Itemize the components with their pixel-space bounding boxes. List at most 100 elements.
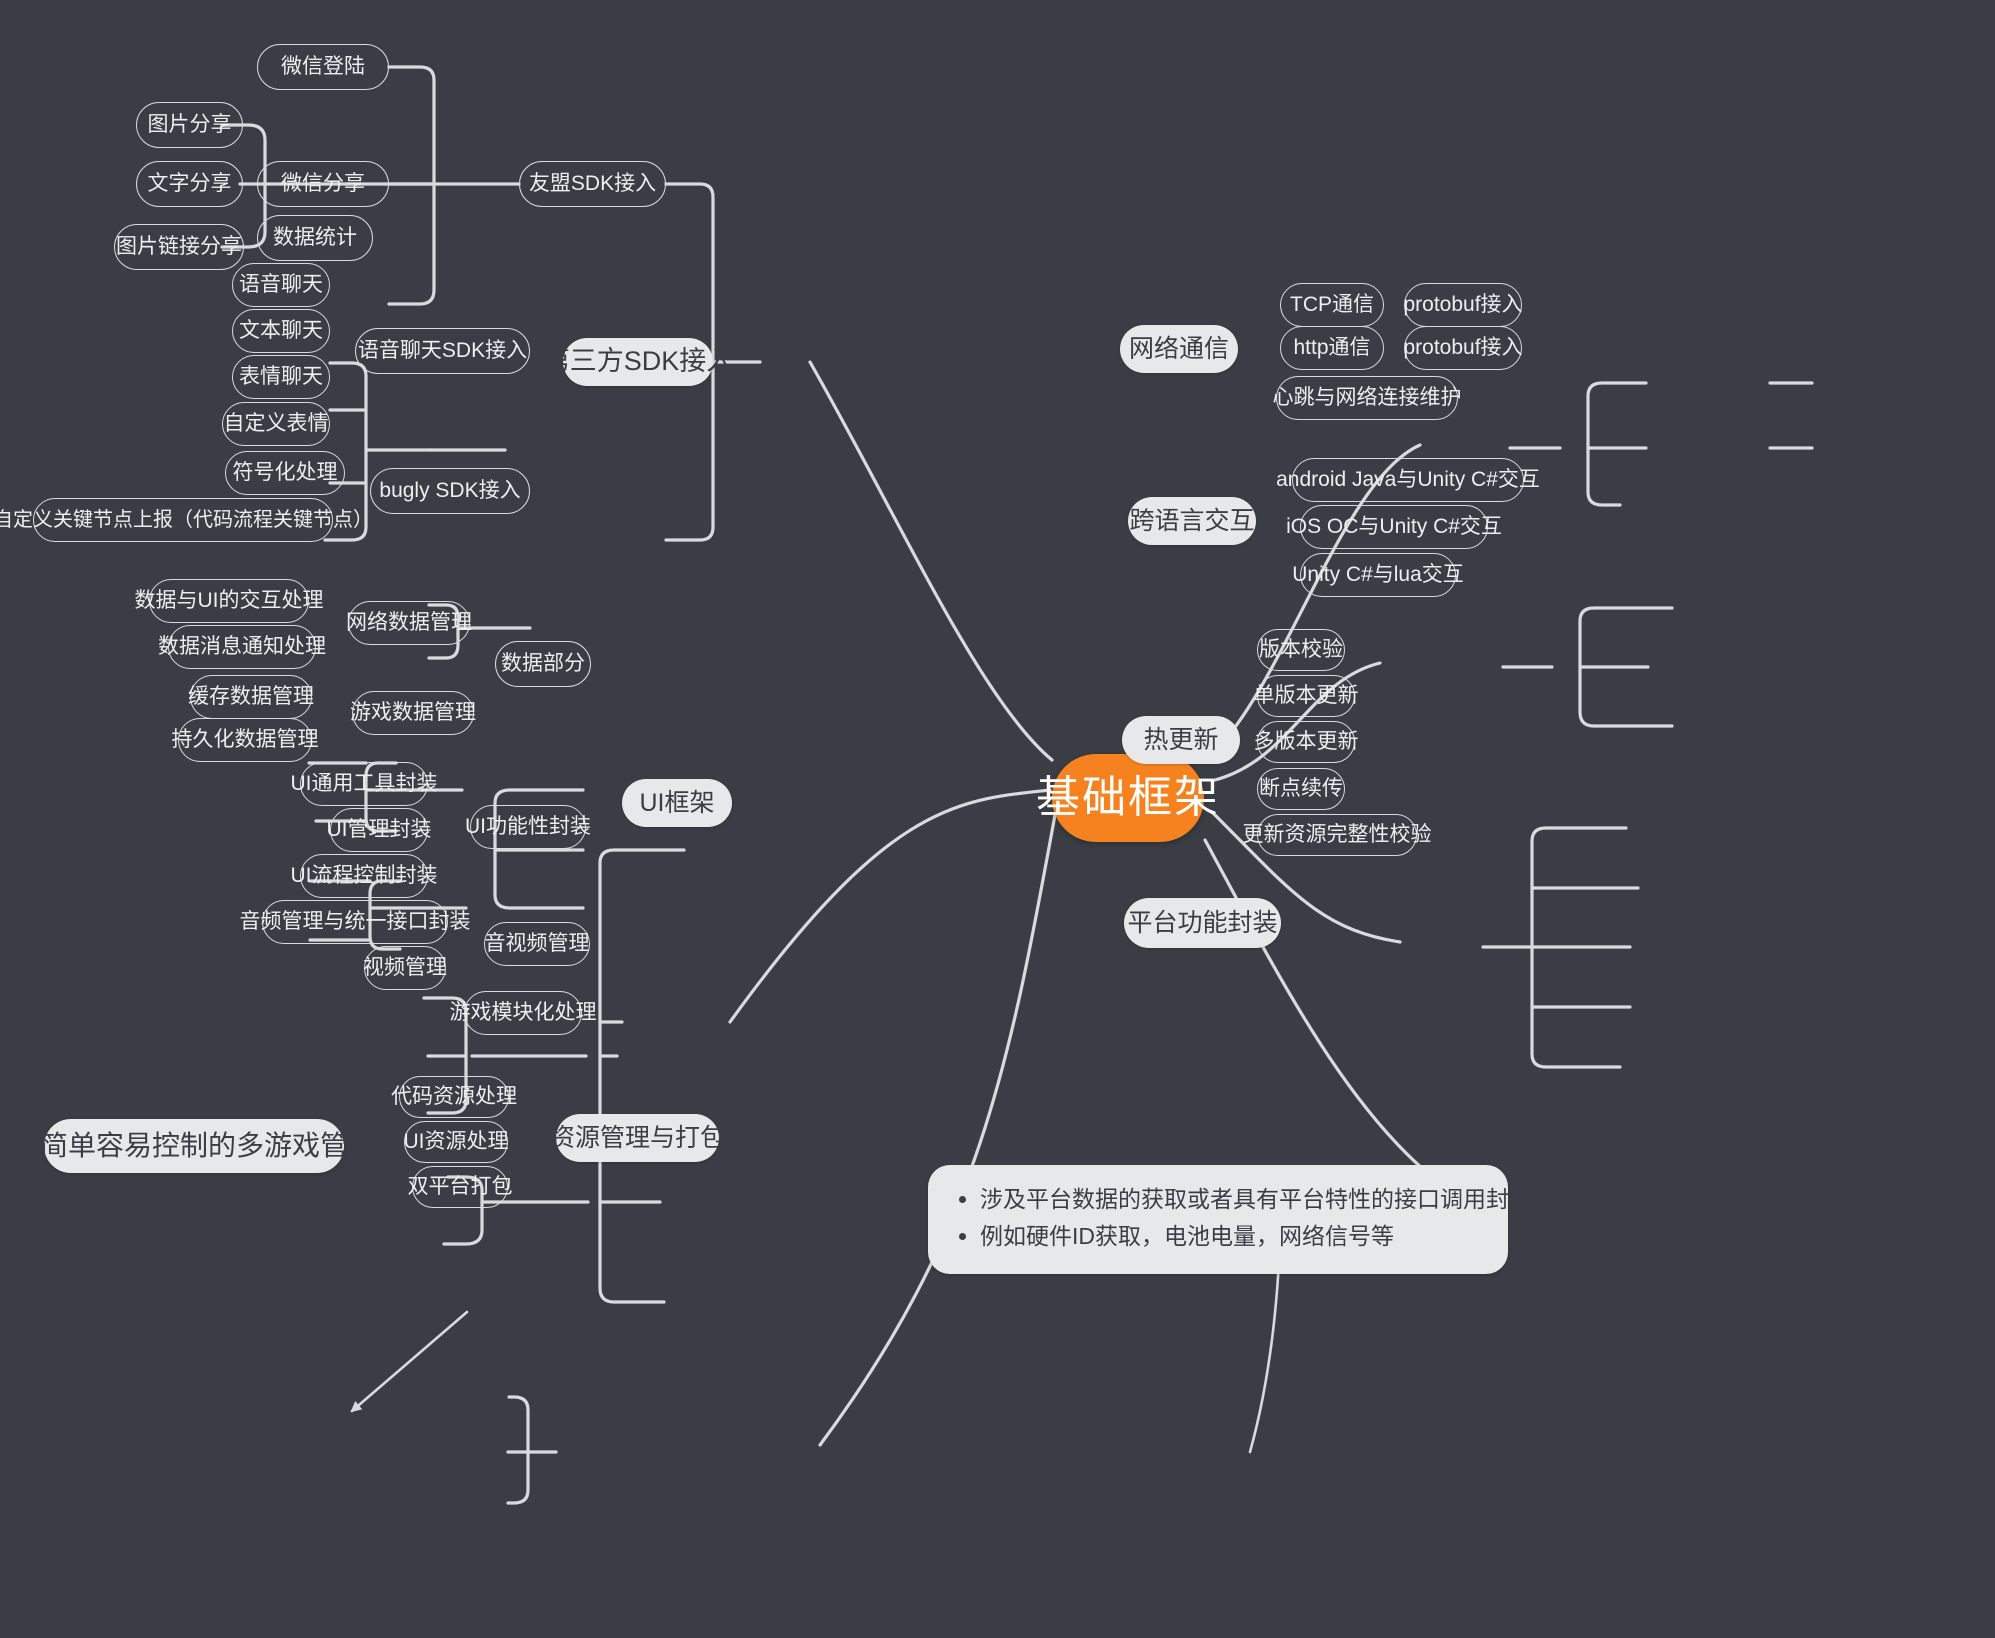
node-heartbeat[interactable]: 心跳与网络连接维护 (1273, 376, 1462, 420)
node-text-share-label: 文字分享 (147, 171, 232, 195)
node-image-link-share[interactable]: 图片链接分享 (114, 224, 244, 270)
node-multi-version-update-label: 多版本更新 (1253, 729, 1359, 753)
platform-note-item: 涉及平台数据的获取或者具有平台特性的接口调用封装平台 (980, 1181, 1578, 1218)
node-wechat-login[interactable]: 微信登陆 (257, 44, 389, 90)
node-cache-data-mgmt[interactable]: 缓存数据管理 (188, 675, 314, 719)
node-emoji-chat-label: 表情聊天 (239, 364, 323, 388)
node-ui-common-tools[interactable]: UI通用工具封装 (291, 762, 438, 806)
platform-note-item: 例如硬件ID获取，电池电量，网络信号等 (980, 1218, 1482, 1255)
node-code-resource[interactable]: 代码资源处理 (391, 1076, 517, 1118)
node-game-data-mgmt-label: 游戏数据管理 (350, 700, 476, 724)
branch-platform-features[interactable]: 平台功能封装 (1124, 898, 1281, 948)
branch-network-label: 网络通信 (1129, 334, 1230, 363)
node-voice-chat-label: 语音聊天 (239, 272, 323, 296)
node-android-java-unity[interactable]: android Java与Unity C#交互 (1276, 458, 1540, 502)
node-resource-integrity-check[interactable]: 更新资源完整性校验 (1243, 814, 1432, 856)
node-video-management[interactable]: 视频管理 (363, 946, 447, 990)
node-unity-lua-label: Unity C#与lua交互 (1292, 562, 1464, 586)
branch-hot-update[interactable]: 热更新 (1122, 716, 1240, 764)
node-single-version-update[interactable]: 单版本更新 (1254, 675, 1359, 717)
node-custom-emoji[interactable]: 自定义表情 (222, 402, 330, 446)
node-ui-resource-label: UI资源处理 (403, 1129, 509, 1153)
node-dual-platform-packaging-label: 双平台打包 (407, 1174, 513, 1198)
node-bugly-sdk-label: bugly SDK接入 (379, 478, 521, 502)
node-wechat-share[interactable]: 微信分享 (257, 161, 389, 207)
node-ios-oc-unity-label: iOS OC与Unity C#交互 (1286, 514, 1502, 538)
branch-third-party-sdk[interactable]: 第三方SDK接入 (543, 338, 733, 386)
node-av-management[interactable]: 音视频管理 (484, 922, 590, 966)
node-ui-manager-wrap[interactable]: UI管理封装 (327, 808, 432, 852)
branch-cross-language[interactable]: 跨语言交互 (1128, 497, 1256, 545)
node-custom-emoji-label: 自定义表情 (223, 411, 329, 435)
node-image-share[interactable]: 图片分享 (136, 102, 243, 148)
root-node[interactable]: 基础框架 (1036, 754, 1218, 842)
node-game-modularization[interactable]: 游戏模块化处理 (450, 991, 597, 1035)
branch-network[interactable]: 网络通信 (1120, 325, 1238, 373)
node-data-ui-interaction-label: 数据与UI的交互处理 (134, 588, 324, 612)
node-text-chat-label: 文本聊天 (239, 318, 323, 342)
node-emoji-chat[interactable]: 表情聊天 (232, 355, 330, 399)
branch-ui-framework[interactable]: UI框架 (622, 779, 732, 827)
node-data-statistics[interactable]: 数据统计 (257, 215, 373, 261)
node-data-message-notify[interactable]: 数据消息通知处理 (158, 625, 326, 669)
node-data-statistics-label: 数据统计 (273, 225, 357, 249)
node-ui-functional-wrap[interactable]: UI功能性封装 (465, 805, 591, 849)
node-ui-manager-wrap-label: UI管理封装 (326, 817, 432, 841)
root-label: 基础框架 (1036, 772, 1220, 822)
node-ui-functional-wrap-label: UI功能性封装 (465, 814, 591, 838)
node-protobuf-tcp[interactable]: protobuf接入 (1403, 283, 1523, 327)
node-resume-download[interactable]: 断点续传 (1257, 768, 1345, 810)
node-http-label: http通信 (1293, 335, 1371, 359)
node-image-share-label: 图片分享 (147, 112, 232, 136)
node-ui-common-tools-label: UI通用工具封装 (290, 771, 438, 795)
node-data-section[interactable]: 数据部分 (495, 641, 591, 687)
node-resource-integrity-check-label: 更新资源完整性校验 (1242, 822, 1432, 846)
node-network-data-mgmt[interactable]: 网络数据管理 (346, 601, 472, 645)
branch-third-party-sdk-label: 第三方SDK接入 (542, 346, 734, 377)
node-ui-flow-control[interactable]: UI流程控制封装 (291, 854, 438, 898)
node-network-data-mgmt-label: 网络数据管理 (346, 610, 472, 634)
node-code-resource-label: 代码资源处理 (391, 1084, 517, 1108)
node-wechat-login-label: 微信登陆 (281, 54, 365, 78)
node-symbolication[interactable]: 符号化处理 (225, 451, 345, 495)
node-multi-game-goal[interactable]: 更简单容易控制的多游戏管理 (12, 1119, 376, 1173)
node-audio-unified-api[interactable]: 音频管理与统一接口封装 (240, 900, 471, 944)
node-wechat-share-label: 微信分享 (281, 171, 365, 195)
node-multi-version-update[interactable]: 多版本更新 (1254, 721, 1359, 763)
node-text-share[interactable]: 文字分享 (136, 161, 243, 207)
node-protobuf-http[interactable]: protobuf接入 (1403, 326, 1523, 370)
node-persistent-data-mgmt-label: 持久化数据管理 (171, 727, 319, 751)
branch-resource-packaging[interactable]: 资源管理与打包 (550, 1114, 725, 1162)
node-image-link-share-label: 图片链接分享 (116, 234, 242, 258)
node-cache-data-mgmt-label: 缓存数据管理 (188, 684, 314, 708)
node-version-check[interactable]: 版本校验 (1257, 629, 1345, 671)
node-bugly-sdk[interactable]: bugly SDK接入 (370, 468, 530, 514)
node-data-section-label: 数据部分 (501, 651, 585, 675)
node-tcp[interactable]: TCP通信 (1280, 283, 1384, 327)
node-umeng-sdk[interactable]: 友盟SDK接入 (519, 161, 666, 207)
node-persistent-data-mgmt[interactable]: 持久化数据管理 (172, 718, 319, 762)
branch-platform-features-label: 平台功能封装 (1127, 908, 1278, 937)
node-http[interactable]: http通信 (1280, 326, 1384, 370)
node-custom-key-node-report-label: 自定义关键节点上报（代码流程关键节点） (0, 508, 373, 531)
node-voice-chat-sdk[interactable]: 语音聊天SDK接入 (355, 328, 530, 374)
node-ui-flow-control-label: UI流程控制封装 (290, 863, 438, 887)
node-custom-key-node-report[interactable]: 自定义关键节点上报（代码流程关键节点） (0, 498, 373, 542)
branch-cross-language-label: 跨语言交互 (1129, 506, 1255, 535)
node-audio-unified-api-label: 音频管理与统一接口封装 (239, 909, 471, 933)
node-ios-oc-unity[interactable]: iOS OC与Unity C#交互 (1286, 505, 1502, 549)
node-voice-chat[interactable]: 语音聊天 (232, 263, 330, 307)
node-protobuf-http-label: protobuf接入 (1403, 335, 1523, 359)
node-video-management-label: 视频管理 (363, 955, 447, 979)
node-av-management-label: 音视频管理 (484, 931, 590, 955)
node-ui-resource[interactable]: UI资源处理 (403, 1121, 509, 1163)
node-resume-download-label: 断点续传 (1259, 776, 1343, 800)
node-game-modularization-label: 游戏模块化处理 (449, 1000, 597, 1024)
node-unity-lua[interactable]: Unity C#与lua交互 (1292, 553, 1464, 597)
node-protobuf-tcp-label: protobuf接入 (1403, 292, 1523, 316)
node-text-chat[interactable]: 文本聊天 (232, 309, 330, 353)
node-data-ui-interaction[interactable]: 数据与UI的交互处理 (135, 579, 324, 623)
node-dual-platform-packaging[interactable]: 双平台打包 (408, 1166, 513, 1208)
node-single-version-update-label: 单版本更新 (1253, 683, 1359, 707)
node-game-data-mgmt[interactable]: 游戏数据管理 (350, 691, 476, 735)
